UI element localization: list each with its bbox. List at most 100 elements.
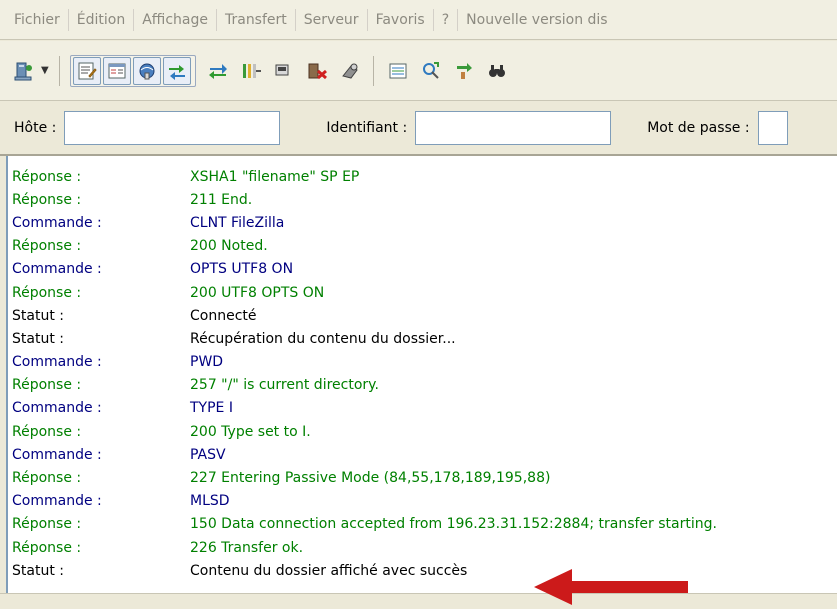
log-row-message: PASV	[190, 446, 226, 463]
log-row: Réponse : 257 "/" is current directory.	[8, 374, 837, 397]
toolbar-separator	[58, 55, 60, 86]
log-row-message: XSHA1 "filename" SP EP	[190, 168, 360, 185]
disconnect-button[interactable]	[303, 57, 331, 85]
compare-directories-button[interactable]	[417, 57, 445, 85]
password-input[interactable]	[757, 111, 788, 145]
cancel-icon	[275, 64, 289, 75]
log-row-label: Commande :	[12, 400, 102, 417]
site-manager-dropdown-icon[interactable]: ▼	[41, 65, 49, 76]
refresh-button[interactable]	[204, 57, 232, 85]
log-row-message: Contenu du dossier affiché avec succès	[190, 562, 468, 579]
log-row: Réponse : 211 End.	[8, 188, 837, 211]
log-row-message: 200 Type set to I.	[190, 423, 311, 440]
log-row-label: Statut :	[12, 330, 64, 347]
status-bar	[0, 593, 837, 609]
password-label: Mot de passe :	[647, 120, 750, 136]
menu-favoris[interactable]: Favoris	[368, 12, 433, 28]
log-row: Commande : MLSD	[8, 490, 837, 513]
log-row: Réponse : 200 UTF8 OPTS ON	[8, 281, 837, 304]
log-row-message: MLSD	[190, 493, 230, 510]
log-row-label: Statut :	[12, 562, 64, 579]
log-row: Commande : CLNT FileZilla	[8, 211, 837, 234]
log-row-label: Réponse :	[12, 168, 82, 185]
log-row-message: Récupération du contenu du dossier...	[190, 330, 456, 347]
synchronized-browsing-icon	[456, 62, 472, 79]
log-row: Statut : Connecté	[8, 304, 837, 327]
log-row-message: CLNT FileZilla	[190, 214, 285, 231]
log-row-label: Commande :	[12, 214, 102, 231]
compare-directories-icon	[422, 61, 439, 79]
log-row-message: OPTS UTF8 ON	[190, 261, 294, 278]
toggle-queue-button[interactable]	[162, 56, 191, 85]
log-row: Réponse : 227 Entering Passive Mode (84,5…	[8, 466, 837, 489]
menu-edition[interactable]: Édition	[69, 12, 133, 28]
user-input[interactable]	[415, 111, 612, 145]
log-row-label: Réponse :	[12, 423, 82, 440]
search-icon	[488, 64, 505, 77]
process-queue-icon	[242, 63, 261, 78]
log-row-message: PWD	[190, 354, 224, 371]
log-row-label: Commande :	[12, 261, 102, 278]
log-row: Commande : PASV	[8, 443, 837, 466]
toggle-remote-tree-button[interactable]	[132, 56, 161, 85]
log-row: Commande : PWD	[8, 351, 837, 374]
refresh-icon	[208, 63, 227, 79]
log-row-label: Réponse :	[12, 539, 82, 556]
log-row-label: Réponse :	[12, 238, 82, 255]
menu-help[interactable]: ?	[434, 12, 457, 28]
host-label: Hôte :	[14, 120, 57, 136]
log-row-message: Connecté	[190, 307, 257, 324]
log-row-label: Réponse :	[12, 516, 82, 533]
log-row: Réponse : 200 Type set to I.	[8, 420, 837, 443]
log-row-message: TYPE I	[190, 400, 233, 417]
search-button[interactable]	[483, 57, 511, 85]
user-label: Identifiant :	[326, 120, 408, 136]
toggle-local-tree-icon	[108, 63, 126, 78]
toggle-panels-group	[69, 54, 196, 87]
log-row: Commande : OPTS UTF8 ON	[8, 258, 837, 281]
site-manager-icon	[14, 62, 32, 80]
log-row-message: 257 "/" is current directory.	[190, 377, 379, 394]
process-queue-button[interactable]	[237, 57, 265, 85]
log-row-label: Réponse :	[12, 470, 82, 487]
log-row-label: Commande :	[12, 493, 102, 510]
menu-transfert[interactable]: Transfert	[217, 12, 295, 28]
log-row-message: 226 Transfer ok.	[190, 539, 304, 556]
log-row: Réponse : 150 Data connection accepted fr…	[8, 513, 837, 536]
log-row-label: Réponse :	[12, 284, 82, 301]
reconnect-button[interactable]	[336, 57, 364, 85]
message-log[interactable]: Réponse : XSHA1 "filename" SP EP Réponse :…	[6, 156, 837, 593]
toggle-log-icon	[78, 62, 97, 79]
toggle-remote-tree-icon	[139, 63, 155, 79]
log-row-label: Réponse :	[12, 377, 82, 394]
log-row: Réponse : XSHA1 "filename" SP EP	[8, 165, 837, 188]
directory-listing-filters-button[interactable]	[384, 57, 412, 85]
toggle-queue-icon	[168, 64, 185, 80]
synchronized-browsing-button[interactable]	[450, 57, 478, 85]
log-row: Statut : Récupération du contenu du dossi…	[8, 327, 837, 350]
toolbar: ▼	[0, 41, 837, 101]
cancel-button[interactable]	[270, 57, 298, 85]
reconnect-icon	[341, 63, 358, 79]
menu-fichier[interactable]: Fichier	[6, 12, 68, 28]
menu-new-version[interactable]: Nouvelle version dis	[458, 12, 615, 28]
log-row-label: Statut :	[12, 307, 64, 324]
log-row-message: 227 Entering Passive Mode (84,55,178,189…	[190, 470, 551, 487]
log-row-label: Commande :	[12, 446, 102, 463]
menu-bar: Fichier Édition Affichage Transfert Serv…	[0, 0, 837, 40]
log-row: Réponse : 200 Noted.	[8, 235, 837, 258]
annotation-arrow-icon	[534, 569, 688, 605]
host-input[interactable]	[64, 111, 281, 145]
log-row: Réponse : 226 Transfer ok.	[8, 536, 837, 559]
directory-listing-filters-icon	[389, 63, 407, 78]
log-row: Statut : Contenu du dossier affiché avec …	[8, 559, 837, 582]
site-manager-button[interactable]	[10, 57, 38, 85]
log-row-message: 200 Noted.	[190, 238, 268, 255]
menu-serveur[interactable]: Serveur	[296, 12, 367, 28]
log-row-message: 211 End.	[190, 191, 253, 208]
menu-affichage[interactable]: Affichage	[134, 12, 216, 28]
toolbar-separator	[372, 55, 374, 86]
toggle-log-button[interactable]	[72, 56, 101, 85]
toggle-local-tree-button[interactable]	[102, 56, 131, 85]
log-row-label: Commande :	[12, 354, 102, 371]
